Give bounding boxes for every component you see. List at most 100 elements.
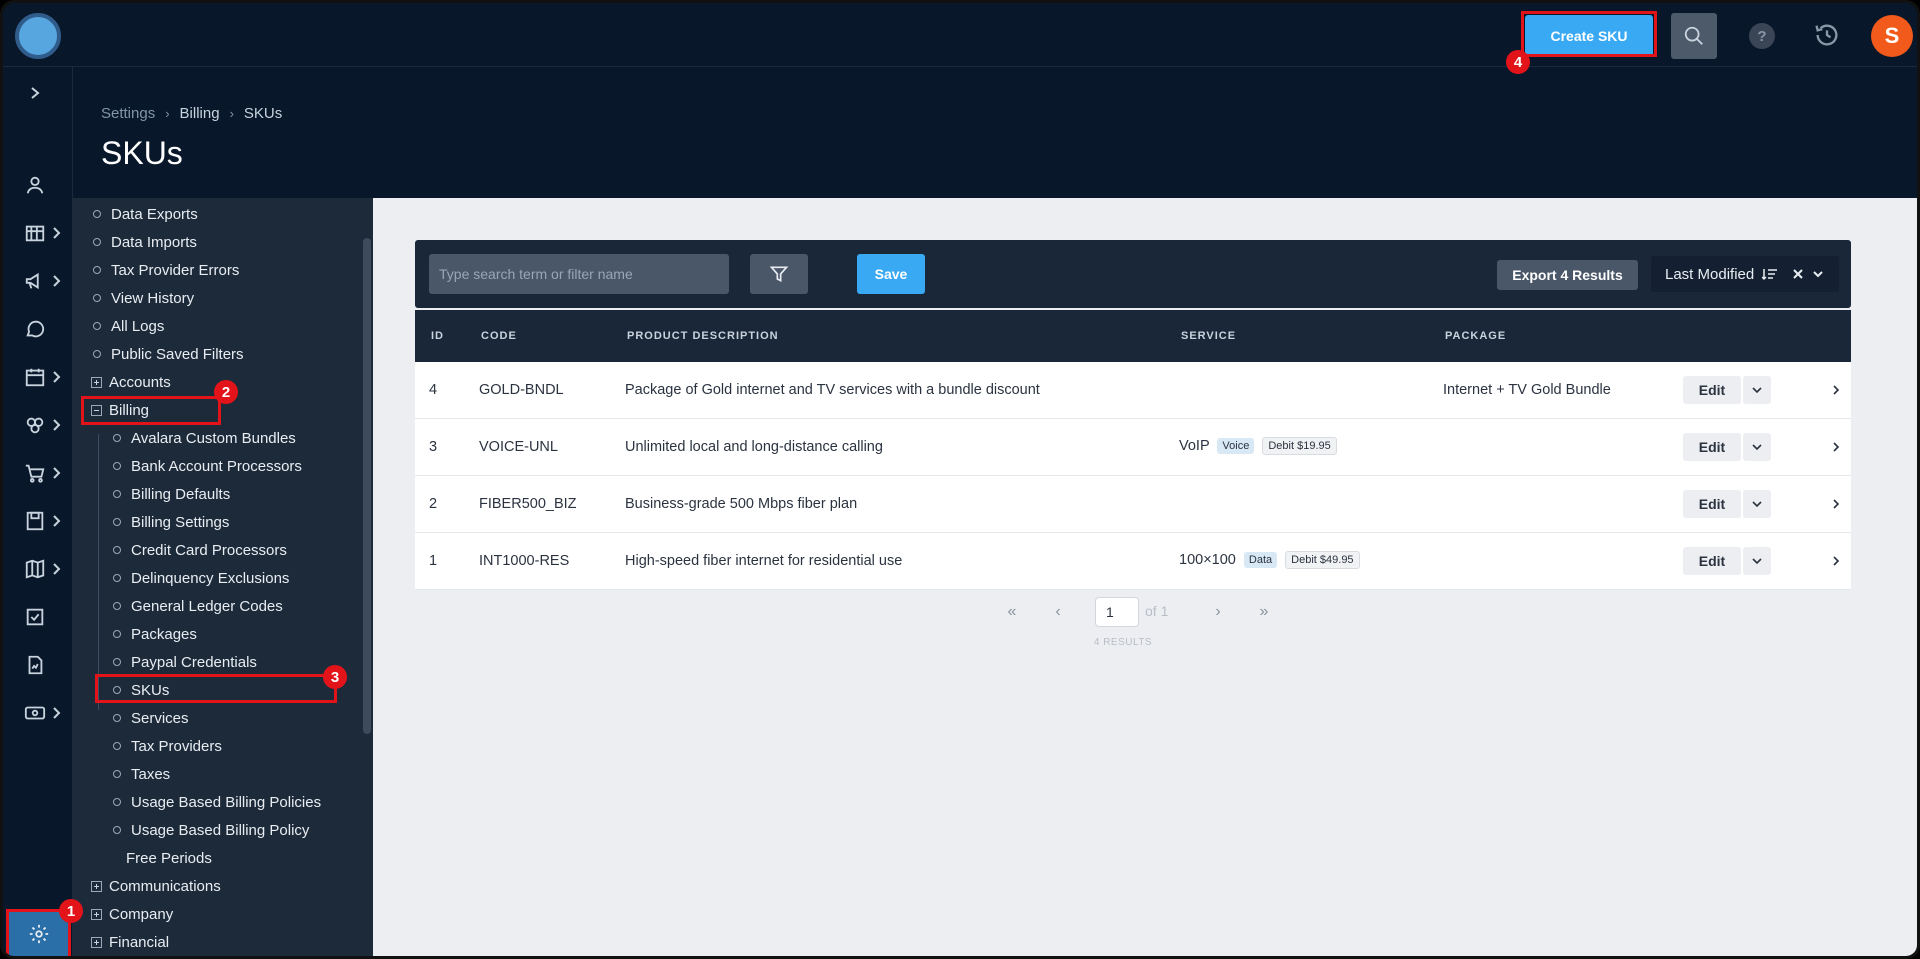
pagination: « ‹ of 1 › » 4 RESULTS xyxy=(373,597,1917,648)
tree-item[interactable]: Credit Card Processors xyxy=(113,538,287,562)
export-button[interactable]: Export 4 Results xyxy=(1497,260,1638,290)
tree-item[interactable]: Data Exports xyxy=(93,202,198,226)
tree-item-skus[interactable]: SKUs xyxy=(113,678,169,702)
rail-item-groups[interactable] xyxy=(3,405,73,445)
tree-item[interactable]: Paypal Credentials xyxy=(113,650,257,674)
tree-group-accounts[interactable]: Accounts xyxy=(91,370,171,394)
tree-item[interactable]: Services xyxy=(113,706,189,730)
table-header: ID CODE PRODUCT DESCRIPTION SERVICE PACK… xyxy=(415,310,1851,362)
global-search-button[interactable] xyxy=(1671,13,1717,59)
bullet-icon xyxy=(113,798,121,806)
edit-button[interactable]: Edit xyxy=(1683,376,1741,404)
collapse-icon[interactable] xyxy=(91,404,102,416)
table-row[interactable]: 2 FIBER500_BIZ Business-grade 500 Mbps f… xyxy=(415,476,1851,533)
rail-item-tasks[interactable] xyxy=(3,597,73,637)
rail-item-messages[interactable] xyxy=(3,309,73,349)
row-actions-dropdown[interactable] xyxy=(1743,547,1771,575)
column-header-service[interactable]: SERVICE xyxy=(1181,330,1236,342)
tree-item[interactable]: Usage Based Billing Policies xyxy=(113,790,321,814)
tree-group-communications[interactable]: Communications xyxy=(91,874,221,898)
tree-item[interactable]: General Ledger Codes xyxy=(113,594,283,618)
rail-item-settings[interactable] xyxy=(9,911,69,956)
checkbox-icon xyxy=(23,605,47,629)
column-header-id[interactable]: ID xyxy=(431,330,444,342)
column-header-description[interactable]: PRODUCT DESCRIPTION xyxy=(627,330,779,342)
bullet-icon xyxy=(113,462,121,470)
column-header-code[interactable]: CODE xyxy=(481,330,517,342)
edit-button[interactable]: Edit xyxy=(1683,547,1741,575)
row-expand-icon[interactable] xyxy=(1829,438,1843,456)
prev-page-button[interactable]: ‹ xyxy=(1047,597,1069,627)
user-avatar[interactable]: S xyxy=(1871,15,1913,57)
rail-item-customers[interactable] xyxy=(3,165,73,205)
row-expand-icon[interactable] xyxy=(1829,495,1843,513)
tree-item[interactable]: Taxes xyxy=(113,762,170,786)
filter-button[interactable] xyxy=(750,254,808,294)
tree-item[interactable]: Bank Account Processors xyxy=(113,454,302,478)
tree-item[interactable]: Packages xyxy=(113,622,197,646)
app-logo[interactable] xyxy=(15,13,61,59)
expand-icon[interactable] xyxy=(91,376,102,388)
rail-item-payments[interactable] xyxy=(3,693,73,733)
sort-select[interactable]: Last Modified xyxy=(1651,256,1839,292)
table-row[interactable]: 4 GOLD-BNDL Package of Gold internet and… xyxy=(415,362,1851,419)
results-count: 4 RESULTS xyxy=(1093,637,1153,648)
first-page-button[interactable]: « xyxy=(1001,597,1023,627)
chevron-down-icon xyxy=(1752,501,1762,508)
page-number-input[interactable] xyxy=(1095,597,1139,627)
last-page-button[interactable]: » xyxy=(1253,597,1275,627)
chat-bubble-icon xyxy=(23,317,47,341)
tree-group-financial[interactable]: Financial xyxy=(91,930,169,954)
tree-item[interactable]: Tax Providers xyxy=(113,734,222,758)
edit-button[interactable]: Edit xyxy=(1683,490,1741,518)
edit-button[interactable]: Edit xyxy=(1683,433,1741,461)
expand-rail-icon[interactable] xyxy=(23,81,47,105)
history-icon[interactable] xyxy=(1811,19,1843,51)
tree-item[interactable]: Delinquency Exclusions xyxy=(113,566,289,590)
tree-scrollbar[interactable] xyxy=(363,238,371,734)
sort-order-icon[interactable] xyxy=(1762,267,1778,281)
tree-group-billing[interactable]: Billing xyxy=(91,398,149,422)
rail-item-inventory[interactable] xyxy=(3,501,73,541)
table-row[interactable]: 3 VOICE-UNL Unlimited local and long-dis… xyxy=(415,419,1851,476)
tree-item[interactable]: All Logs xyxy=(93,314,164,338)
expand-icon[interactable] xyxy=(91,936,102,948)
tree-item-free-periods[interactable]: Free Periods xyxy=(126,846,212,870)
rail-item-network[interactable] xyxy=(3,213,73,253)
row-expand-icon[interactable] xyxy=(1829,552,1843,570)
next-page-button[interactable]: › xyxy=(1207,597,1229,627)
expand-icon[interactable] xyxy=(91,908,102,920)
row-expand-icon[interactable] xyxy=(1829,381,1843,399)
table-row[interactable]: 1 INT1000-RES High-speed fiber internet … xyxy=(415,533,1851,590)
bullet-icon xyxy=(113,546,121,554)
chevron-right-icon xyxy=(51,513,63,529)
breadcrumb-billing[interactable]: Billing xyxy=(180,105,220,122)
save-button[interactable]: Save xyxy=(857,254,925,294)
column-header-package[interactable]: PACKAGE xyxy=(1445,330,1506,342)
tree-item[interactable]: Billing Defaults xyxy=(113,482,230,506)
rail-item-orders[interactable] xyxy=(3,453,73,493)
service-name: 100×100 xyxy=(1179,551,1236,568)
expand-icon[interactable] xyxy=(91,880,102,892)
rail-item-maps[interactable] xyxy=(3,549,73,589)
row-actions-dropdown[interactable] xyxy=(1743,376,1771,404)
tree-item[interactable]: Tax Provider Errors xyxy=(93,258,239,282)
row-actions-dropdown[interactable] xyxy=(1743,490,1771,518)
row-actions-dropdown[interactable] xyxy=(1743,433,1771,461)
tree-item[interactable]: Usage Based Billing Policy xyxy=(113,818,309,842)
create-sku-button[interactable]: Create SKU xyxy=(1525,15,1653,57)
tree-item[interactable]: View History xyxy=(93,286,194,310)
tree-item[interactable]: Data Imports xyxy=(93,230,197,254)
help-icon[interactable]: ? xyxy=(1749,23,1775,49)
tree-item[interactable]: Public Saved Filters xyxy=(93,342,244,366)
chevron-down-icon[interactable] xyxy=(1812,269,1824,279)
tree-item[interactable]: Avalara Custom Bundles xyxy=(113,426,296,450)
search-input[interactable] xyxy=(429,254,729,294)
rail-item-reports[interactable] xyxy=(3,645,73,685)
clear-sort-icon[interactable] xyxy=(1792,268,1804,280)
breadcrumb-settings[interactable]: Settings xyxy=(101,105,155,122)
tree-item[interactable]: Billing Settings xyxy=(113,510,229,534)
rail-item-marketing[interactable] xyxy=(3,261,73,301)
tree-group-company[interactable]: Company xyxy=(91,902,173,926)
rail-item-calendar[interactable] xyxy=(3,357,73,397)
